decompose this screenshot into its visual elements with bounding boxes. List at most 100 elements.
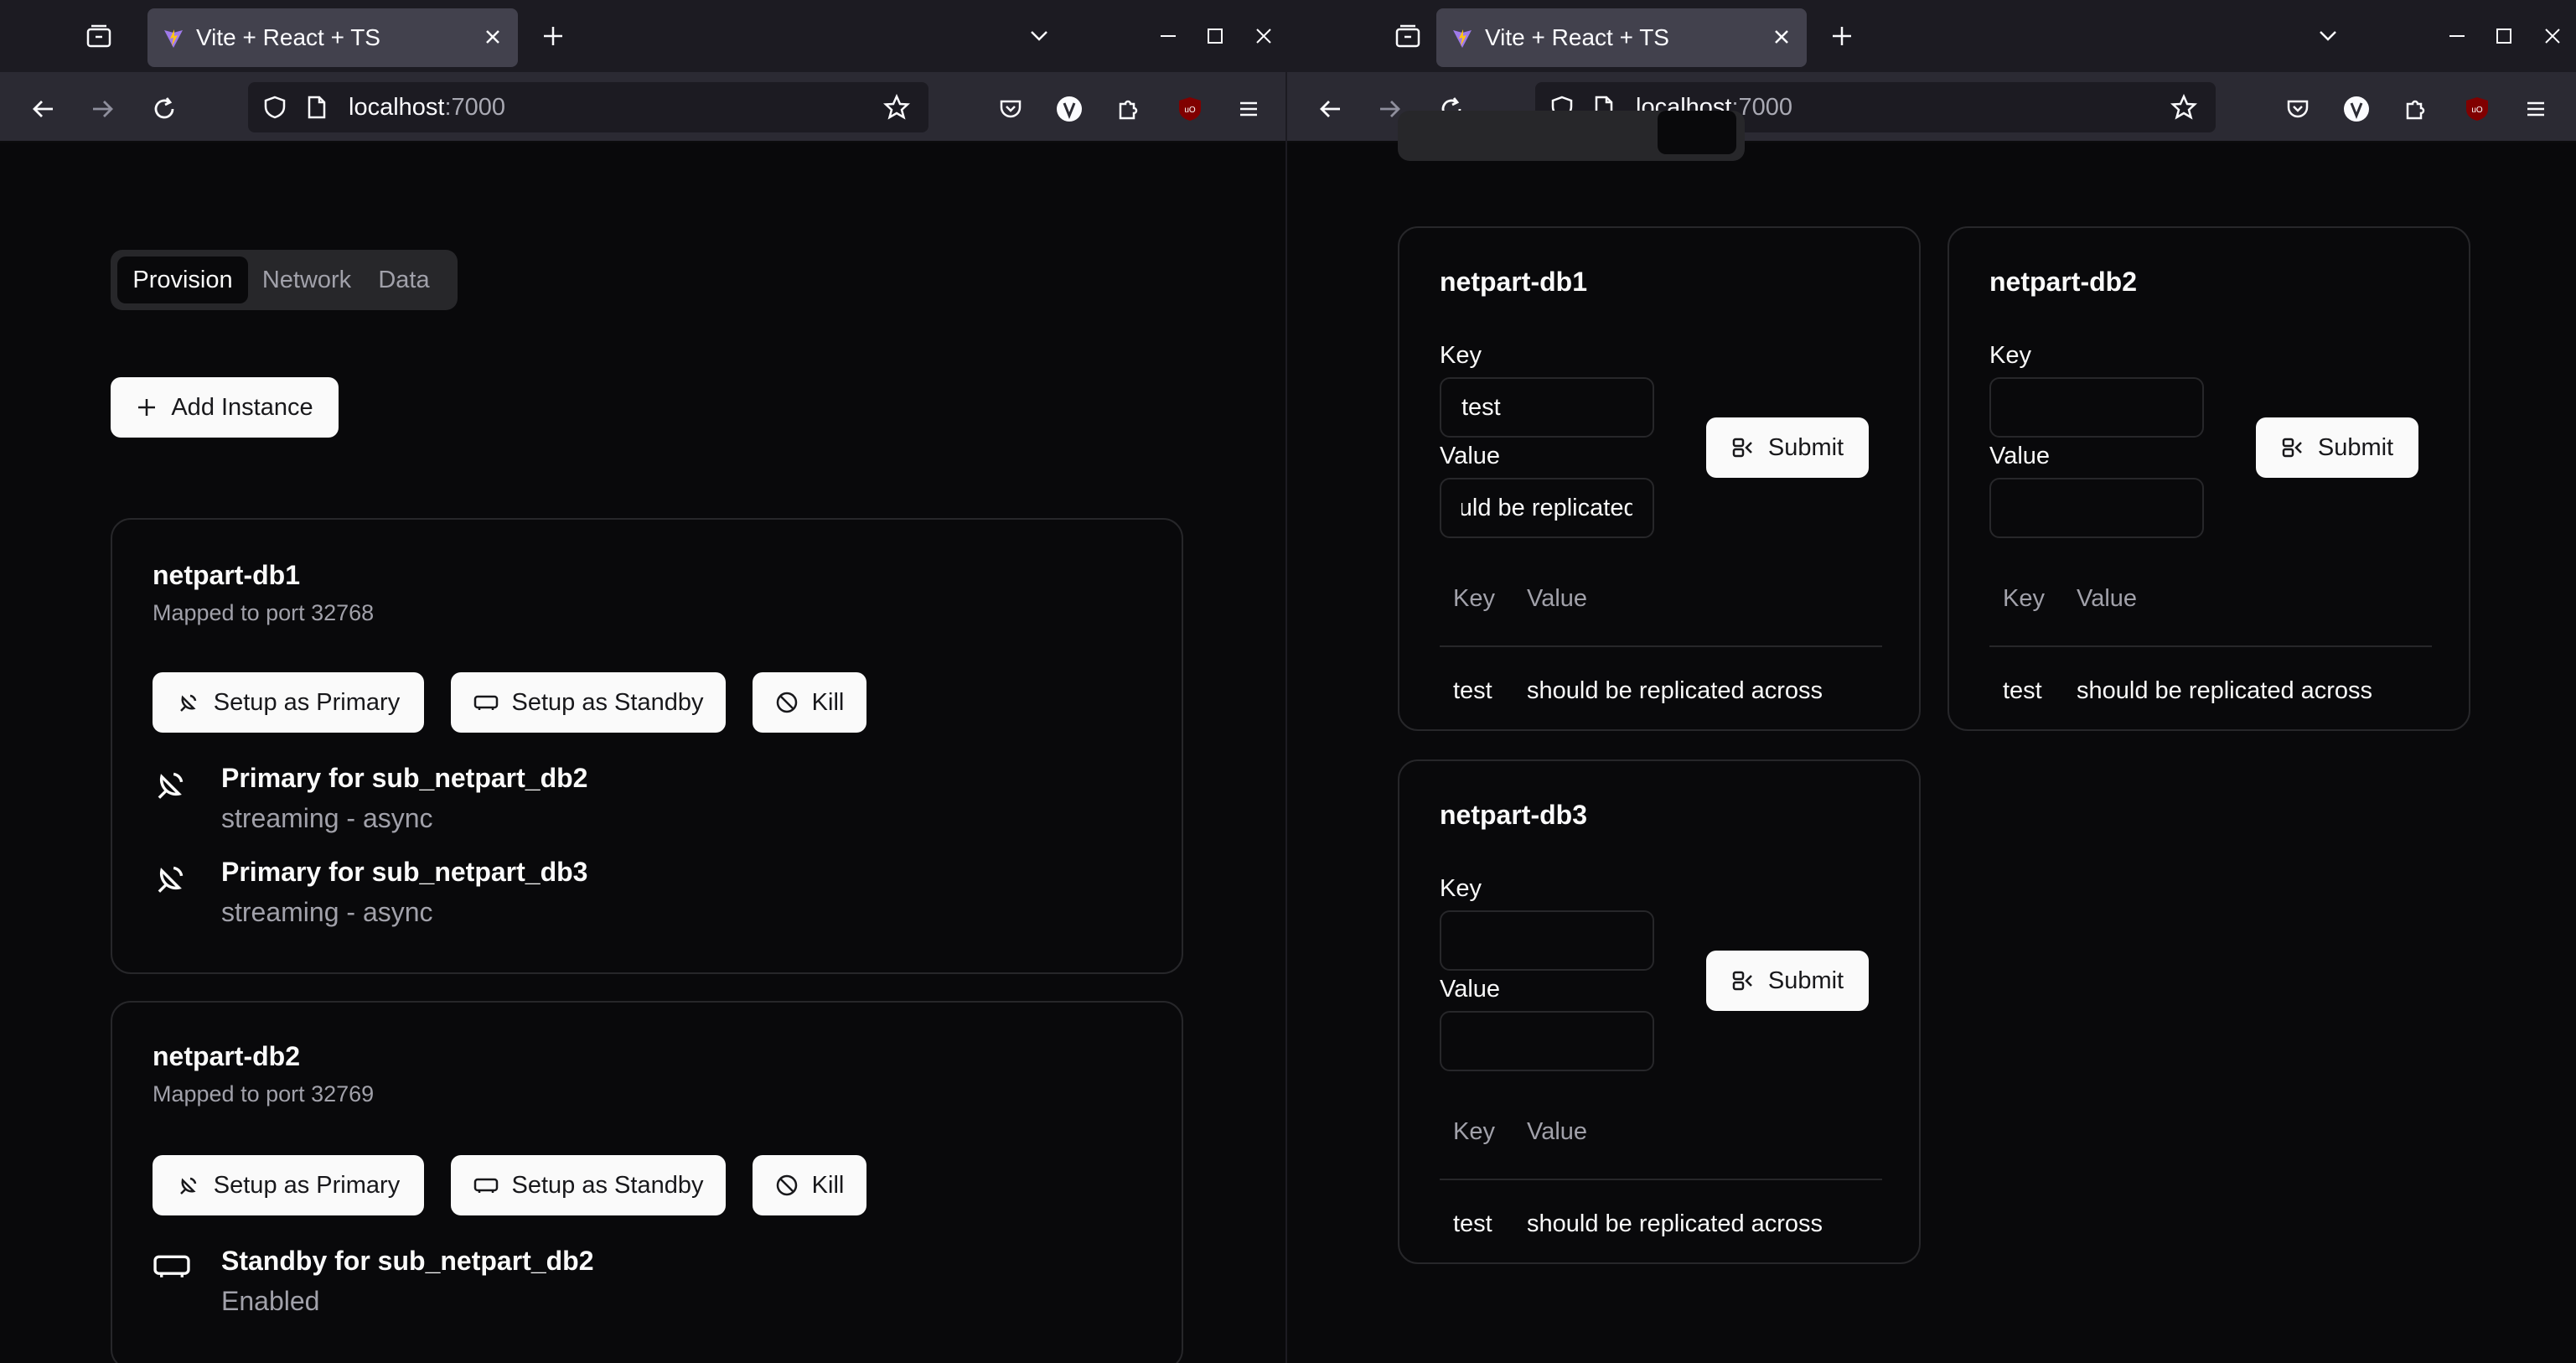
add-instance-label: Add Instance (171, 393, 313, 421)
list-all-tabs-icon[interactable] (1024, 21, 1054, 51)
tab-network[interactable]: Network (251, 257, 362, 303)
key-input[interactable] (1440, 910, 1654, 971)
submit-button[interactable]: Submit (1706, 951, 1869, 1011)
menu-icon[interactable] (2519, 92, 2553, 126)
value-input[interactable] (1440, 478, 1654, 538)
replication-status: streaming - async (221, 897, 433, 927)
svg-text:uO: uO (1184, 106, 1196, 115)
close-icon[interactable] (481, 25, 504, 53)
firefox-view-icon[interactable] (82, 21, 116, 51)
setup-standby-label: Setup as Standby (511, 1171, 704, 1199)
forward-icon[interactable] (85, 92, 119, 126)
vimium-extension-icon[interactable] (2340, 92, 2373, 126)
vite-logo-icon (1451, 28, 1473, 54)
browser-tab[interactable]: Vite + React + TS (1436, 8, 1807, 67)
pocket-icon[interactable] (2281, 92, 2315, 126)
column-header-key: Key (1453, 1118, 1495, 1145)
list-all-tabs-icon[interactable] (2313, 21, 2343, 51)
table-cell-value: should be replicated across (2077, 677, 2373, 704)
ublock-origin-icon[interactable]: uO (2460, 92, 2494, 126)
instance-port: Mapped to port 32768 (153, 600, 375, 625)
value-input[interactable] (1440, 1011, 1654, 1071)
bookmark-star-icon[interactable] (2169, 92, 2199, 122)
extensions-icon[interactable] (1111, 92, 1145, 126)
minimize-icon[interactable] (1153, 21, 1183, 51)
key-label: Key (1440, 875, 1482, 902)
maximize-icon[interactable] (2489, 21, 2519, 51)
kill-button[interactable]: Kill (753, 672, 866, 733)
table-cell-key: test (2003, 677, 2042, 704)
new-tab-icon[interactable] (538, 21, 568, 51)
replication-title: Primary for sub_netpart_db3 (221, 857, 588, 887)
vimium-extension-icon[interactable] (1053, 92, 1086, 126)
submit-button[interactable]: Submit (2256, 417, 2418, 478)
plus-icon (136, 396, 158, 418)
setup-primary-label: Setup as Primary (213, 688, 401, 716)
close-window-icon[interactable] (1249, 21, 1279, 51)
extensions-icon[interactable] (2398, 92, 2432, 126)
column-header-key: Key (2003, 585, 2045, 612)
tab-title: Vite + React + TS (1485, 24, 1669, 50)
setup-standby-button[interactable]: Setup as Standby (451, 1155, 726, 1215)
firefox-view-icon[interactable] (1391, 21, 1425, 51)
browser-window-right: Vite + React + TS localhost:7000 uO netp… (1287, 0, 2576, 1363)
ublock-origin-icon[interactable]: uO (1173, 92, 1207, 126)
setup-standby-button[interactable]: Setup as Standby (451, 672, 726, 733)
kill-label: Kill (811, 1171, 845, 1199)
replication-item: Primary for sub_netpart_db3 streaming - … (153, 857, 655, 941)
satellite-dish-icon (177, 1174, 200, 1197)
key-input[interactable] (1989, 377, 2204, 438)
url-bar[interactable]: localhost:7000 (248, 82, 928, 132)
url-text[interactable]: localhost:7000 (349, 82, 505, 132)
tab-data[interactable]: Data (362, 257, 446, 303)
instance-port: Mapped to port 32769 (153, 1081, 375, 1106)
tab-title: Vite + React + TS (196, 24, 380, 50)
submit-button[interactable]: Submit (1706, 417, 1869, 478)
setup-primary-button[interactable]: Setup as Primary (153, 1155, 424, 1215)
new-tab-icon[interactable] (1827, 21, 1857, 51)
shield-icon[interactable] (260, 92, 290, 122)
replication-title: Primary for sub_netpart_db2 (221, 763, 588, 793)
menu-icon[interactable] (1232, 92, 1265, 126)
page-icon[interactable] (302, 92, 332, 122)
bookmark-star-icon[interactable] (882, 92, 912, 122)
back-icon[interactable] (27, 92, 60, 126)
browser-window-left: Vite + React + TS localhost:7000 uO Prov… (0, 0, 1287, 1363)
replication-status: Enabled (221, 1286, 320, 1316)
back-icon[interactable] (1314, 92, 1347, 126)
value-input[interactable] (1989, 478, 2204, 538)
svg-text:uO: uO (2471, 106, 2483, 115)
page-content: netpart-db1 Key Value Submit Key Value t… (1287, 111, 2576, 1363)
page-tabs: Provision Network Data (111, 250, 458, 310)
database-name: netpart-db2 (1989, 267, 2137, 297)
key-input[interactable] (1440, 377, 1654, 438)
database-name: netpart-db3 (1440, 800, 1587, 830)
server-icon (153, 1249, 193, 1289)
table-divider (1440, 1179, 1882, 1180)
ban-icon (775, 691, 799, 714)
form-input-icon (1731, 969, 1755, 992)
close-icon[interactable] (1770, 25, 1793, 53)
table-cell-value: should be replicated across (1527, 1210, 1823, 1237)
setup-primary-button[interactable]: Setup as Primary (153, 672, 424, 733)
maximize-icon[interactable] (1200, 21, 1230, 51)
pocket-icon[interactable] (994, 92, 1027, 126)
database-card: netpart-db3 Key Value Submit Key Value t… (1398, 759, 1921, 1264)
server-icon (473, 693, 499, 712)
replication-title: Standby for sub_netpart_db2 (221, 1246, 594, 1276)
add-instance-button[interactable]: Add Instance (111, 377, 339, 438)
form-input-icon (1731, 436, 1755, 459)
tab-provision[interactable]: Provision (117, 257, 248, 303)
data-table: Key Value test should be replicated acro… (1440, 1118, 1882, 1244)
minimize-icon[interactable] (2442, 21, 2472, 51)
browser-tab[interactable]: Vite + React + TS (147, 8, 518, 67)
table-cell-key: test (1453, 677, 1492, 704)
reload-icon[interactable] (147, 92, 181, 126)
kill-button[interactable]: Kill (753, 1155, 866, 1215)
replication-status: streaming - async (221, 803, 433, 833)
tab-data-active[interactable] (1658, 111, 1736, 154)
instance-card: netpart-db2 Mapped to port 32769 Setup a… (111, 1001, 1183, 1363)
database-card: netpart-db2 Key Value Submit Key Value t… (1948, 226, 2470, 731)
close-window-icon[interactable] (2537, 21, 2568, 51)
satellite-dish-icon (177, 691, 200, 714)
